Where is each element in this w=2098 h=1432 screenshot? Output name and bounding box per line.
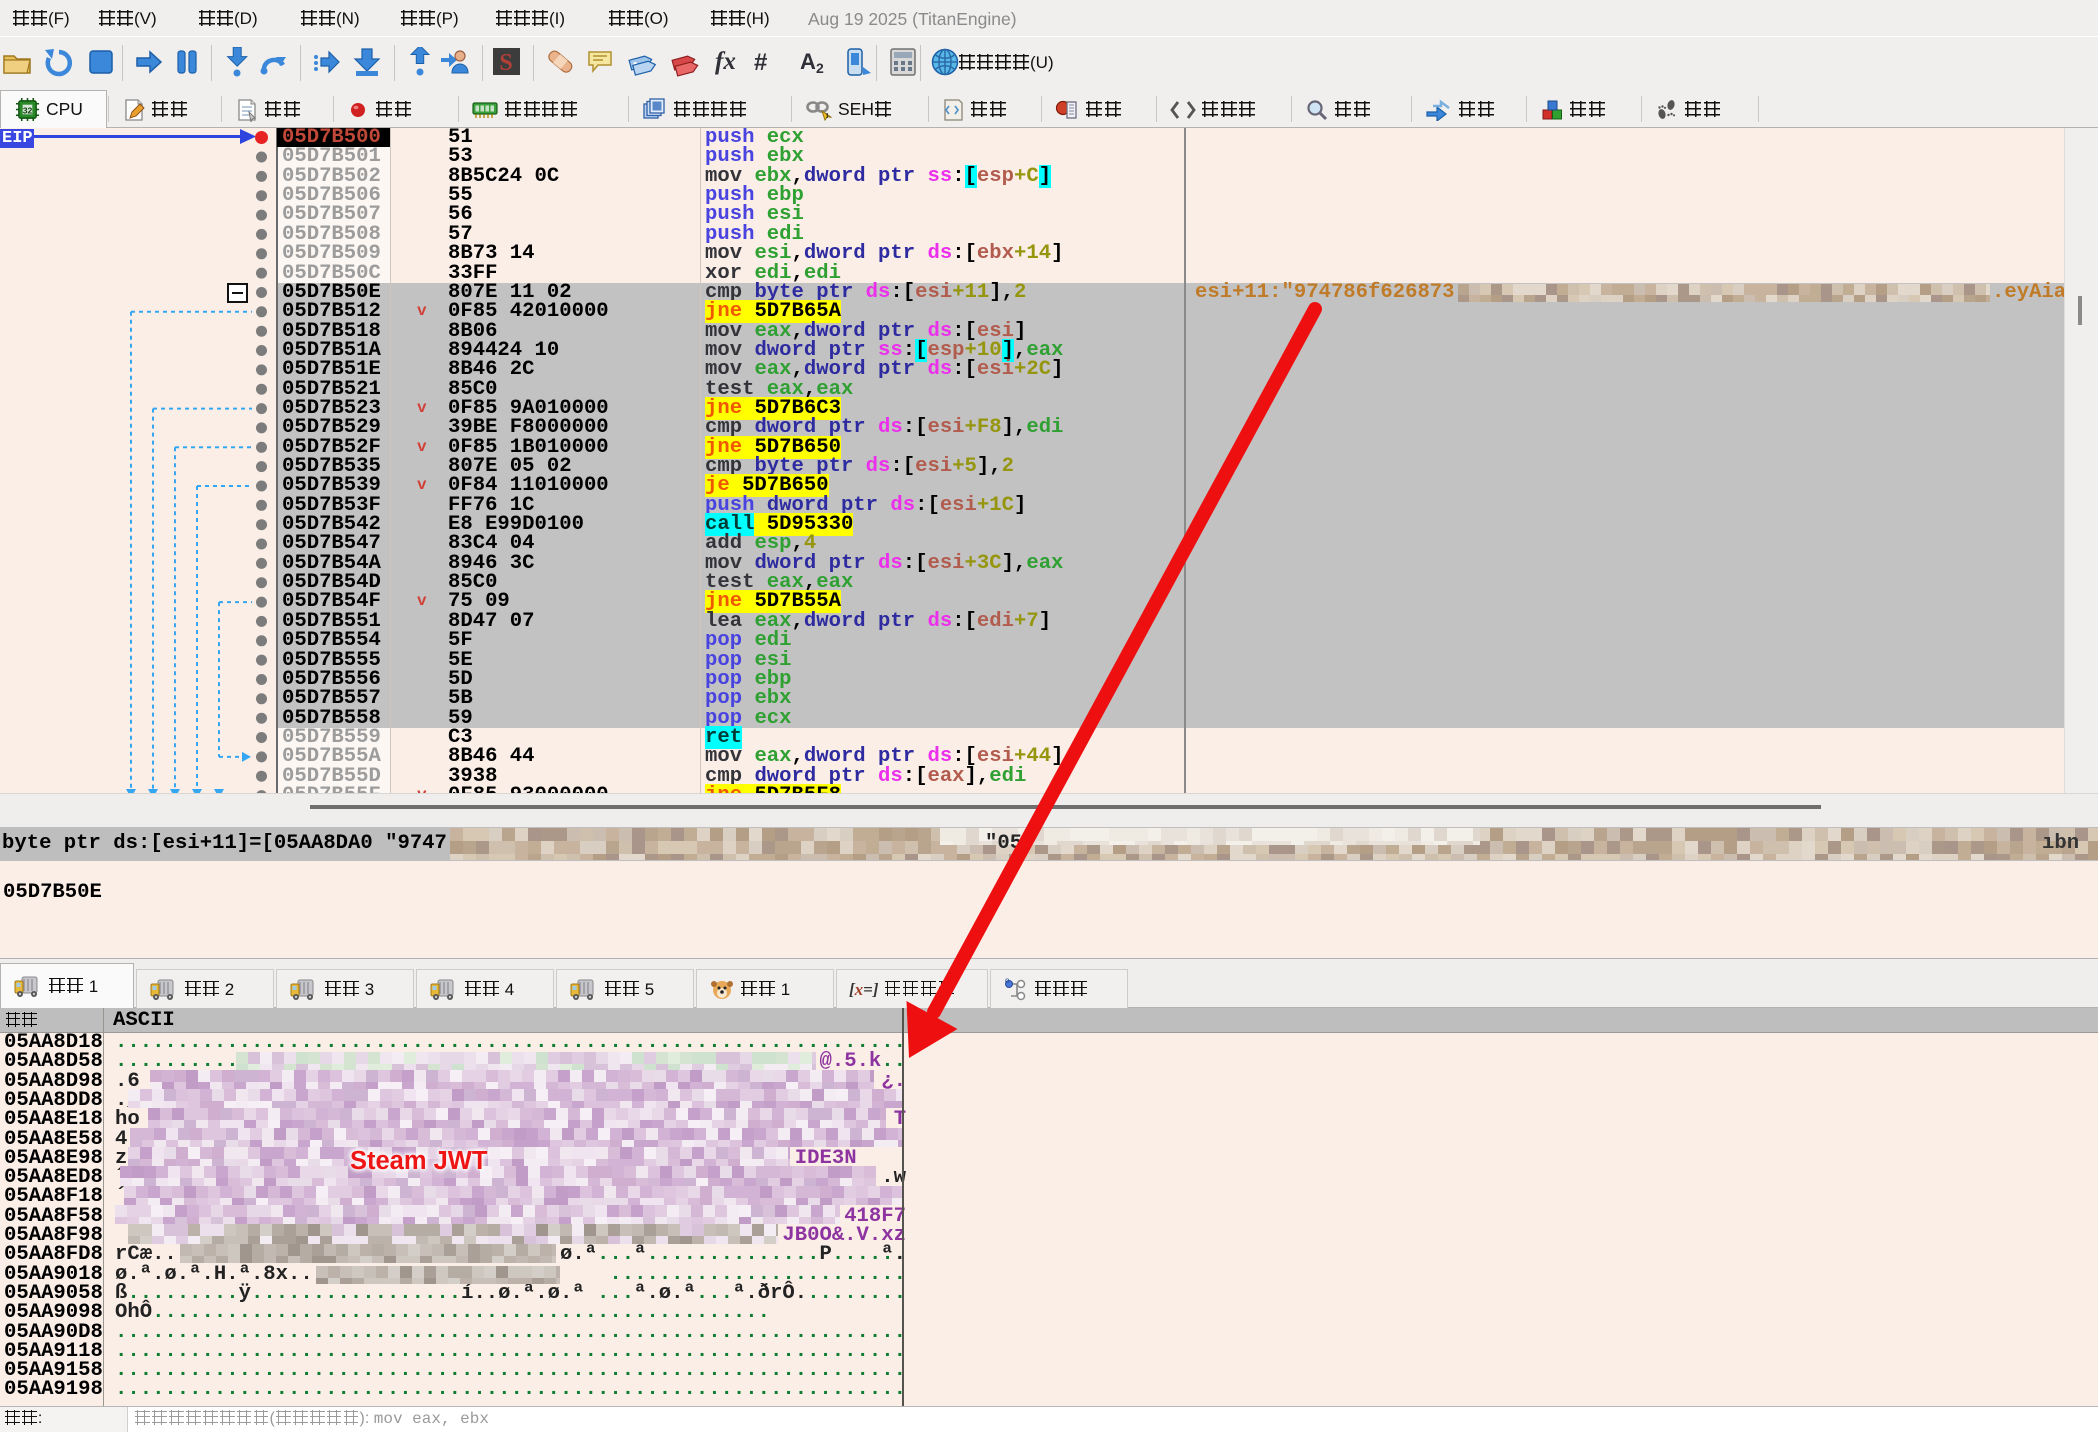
svg-text:2: 2 — [816, 60, 824, 76]
svg-text:!: ! — [826, 113, 828, 120]
svg-text:#: # — [754, 49, 767, 76]
svg-text:32: 32 — [23, 105, 33, 115]
svg-text:A: A — [800, 49, 816, 74]
svg-text:fx: fx — [715, 48, 736, 75]
svg-text:S: S — [499, 50, 512, 76]
svg-text:o: o — [1005, 978, 1010, 985]
